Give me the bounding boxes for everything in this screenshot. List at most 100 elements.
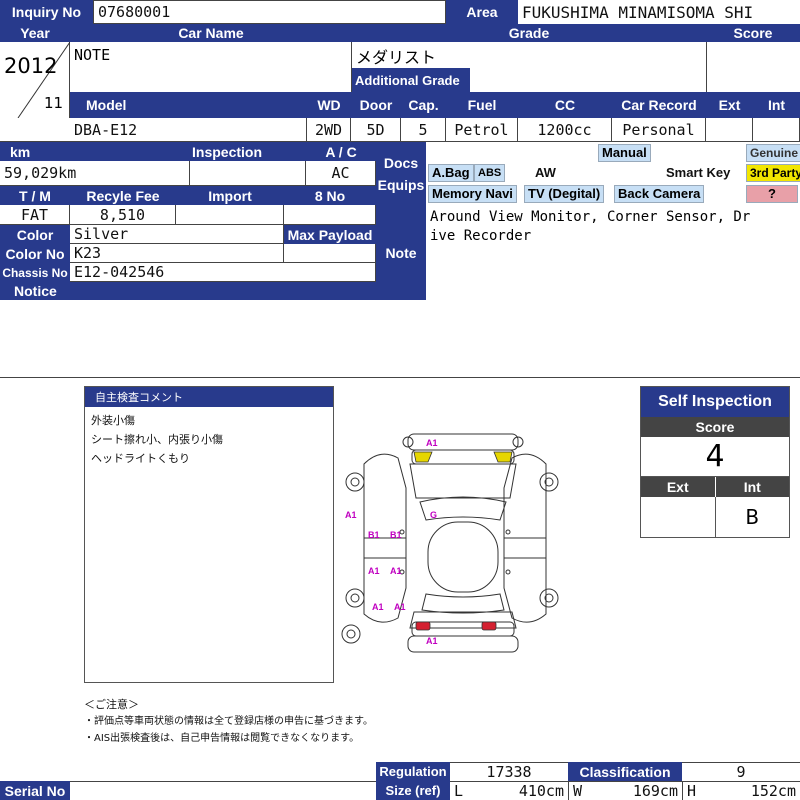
score-value	[706, 42, 800, 92]
genuine-tag: Genuine	[746, 144, 800, 162]
caution-title: ＜ご注意＞	[84, 698, 139, 711]
car-record-value: Personal	[612, 118, 706, 142]
note-line-2: ive Recorder	[430, 228, 532, 244]
size-length: L 410cm	[450, 781, 568, 800]
8no-label: 8 No	[284, 186, 376, 205]
abag-tag: A.Bag	[428, 164, 474, 182]
question-tag: ?	[746, 185, 798, 203]
height-value: 152cm	[750, 782, 796, 800]
area-value: FUKUSHIMA MINAMISOMA SHI	[518, 0, 800, 24]
inquiry-no-label: Inquiry No	[0, 0, 93, 24]
additional-grade-value	[470, 68, 706, 92]
abs-tag: ABS	[474, 164, 506, 182]
regulation-label: Regulation	[376, 762, 450, 781]
regulation-value: 17338	[450, 762, 568, 781]
cc-value: 1200cc	[518, 118, 612, 142]
caution-block: ＜ご注意＞ ・評価点等車両状態の情報は全て登録店様の申告に基づきます。 ・AIS…	[84, 696, 484, 747]
self-ext-value	[641, 497, 716, 537]
caution-line-1: ・評価点等車両状態の情報は全て登録店様の申告に基づきます。	[84, 716, 373, 727]
damage-mark-front: A1	[426, 438, 438, 448]
damage-mark-b1: B1	[368, 530, 380, 540]
model-label: Model	[70, 92, 307, 118]
tm-value: FAT	[0, 205, 70, 225]
notice-value	[0, 300, 800, 378]
self-ext-label: Ext	[641, 477, 716, 497]
tm-label: T / M	[0, 186, 70, 205]
inspection-value	[190, 161, 306, 186]
self-inspection-panel: Self Inspection Score 4 Ext Int B	[640, 386, 790, 538]
month-value: 11	[44, 94, 64, 112]
damage-mark-b1: B1	[390, 530, 402, 540]
ac-value: AC	[306, 161, 376, 186]
note-label: Note	[376, 206, 426, 300]
classification-label: Classification	[568, 762, 682, 781]
km-label: km	[0, 142, 190, 161]
year-value: 2012	[4, 54, 58, 78]
length-label: L	[454, 782, 464, 800]
back-camera-tag: Back Camera	[614, 185, 705, 203]
size-height: H 152cm	[682, 781, 800, 800]
car-outline	[341, 433, 559, 653]
memory-navi-tag: Memory Navi	[428, 185, 517, 203]
self-score-value: 4	[641, 437, 789, 477]
height-label: H	[687, 782, 697, 800]
wd-value: 2WD	[307, 118, 351, 142]
chassis-no-value: E12-042546	[70, 263, 376, 282]
width-label: W	[573, 782, 583, 800]
8no-value	[284, 205, 376, 225]
tv-tag: TV (Degital)	[524, 185, 605, 203]
cap-label: Cap.	[401, 92, 446, 118]
equips-label: Equips	[377, 177, 425, 193]
max-payload-value	[284, 244, 376, 263]
length-value: 410cm	[518, 782, 564, 800]
door-label: Door	[351, 92, 401, 118]
docs-label: Docs	[383, 155, 419, 171]
damage-mark-a1: A1	[372, 602, 384, 612]
classification-value: 9	[682, 762, 800, 781]
ac-label: A / C	[306, 142, 376, 161]
color-label: Color	[0, 225, 70, 244]
car-record-label: Car Record	[612, 92, 706, 118]
third-party-tag: 3rd Party	[746, 164, 800, 182]
self-int-value: B	[745, 505, 760, 529]
inspection-label: Inspection	[190, 142, 306, 161]
size-label: Size (ref)	[376, 781, 450, 800]
additional-grade-label: Additional Grade	[352, 68, 470, 92]
comment-line: ヘッドライトくもり	[91, 452, 190, 465]
self-inspection-title: Self Inspection	[641, 387, 789, 417]
color-no-value: K23	[70, 244, 284, 263]
recycle-fee-value: 8,510	[70, 205, 176, 225]
color-value: Silver	[70, 225, 284, 244]
import-label: Import	[176, 186, 284, 205]
note-line-1: Around View Monitor, Corner Sensor, Dr	[430, 209, 751, 225]
comment-title: 自主検査コメント	[85, 387, 333, 407]
color-no-label: Color No	[0, 244, 70, 263]
cc-label: CC	[518, 92, 612, 118]
damage-mark-a1: A1	[368, 566, 380, 576]
cap-value: 5	[401, 118, 446, 142]
int-label: Int	[753, 92, 800, 118]
size-width: W 169cm	[568, 781, 682, 800]
grade-value: メダリスト	[356, 48, 437, 67]
year-cell: 2012 11	[0, 42, 70, 118]
self-ext-int-labels: Ext Int	[641, 477, 789, 497]
import-value	[176, 205, 284, 225]
manual-tag: Manual	[598, 144, 651, 162]
smart-key-tag: Smart Key	[662, 164, 735, 182]
car-name-value: NOTE	[70, 42, 352, 92]
ext-label: Ext	[706, 92, 753, 118]
comment-line: 外装小傷	[91, 414, 135, 427]
comment-line: シート擦れ小、内張り小傷	[91, 433, 223, 446]
max-payload-label: Max Payload	[284, 225, 376, 244]
damage-mark-left-front: A1	[345, 510, 357, 520]
comment-list: 外装小傷 シート擦れ小、内張り小傷 ヘッドライトくもり	[85, 407, 333, 472]
width-value: 169cm	[632, 782, 678, 800]
inquiry-no-value: 07680001	[93, 0, 446, 24]
aw-tag: AW	[531, 164, 560, 182]
ext-value	[706, 118, 753, 142]
serial-no-value	[70, 781, 376, 800]
damage-mark-g: G	[430, 510, 438, 520]
equips-panel: Manual Genuine A.Bag ABS AW Smart Key 3r…	[426, 142, 800, 206]
self-int-label: Int	[715, 477, 789, 497]
chassis-no-label: Chassis No	[0, 263, 70, 282]
